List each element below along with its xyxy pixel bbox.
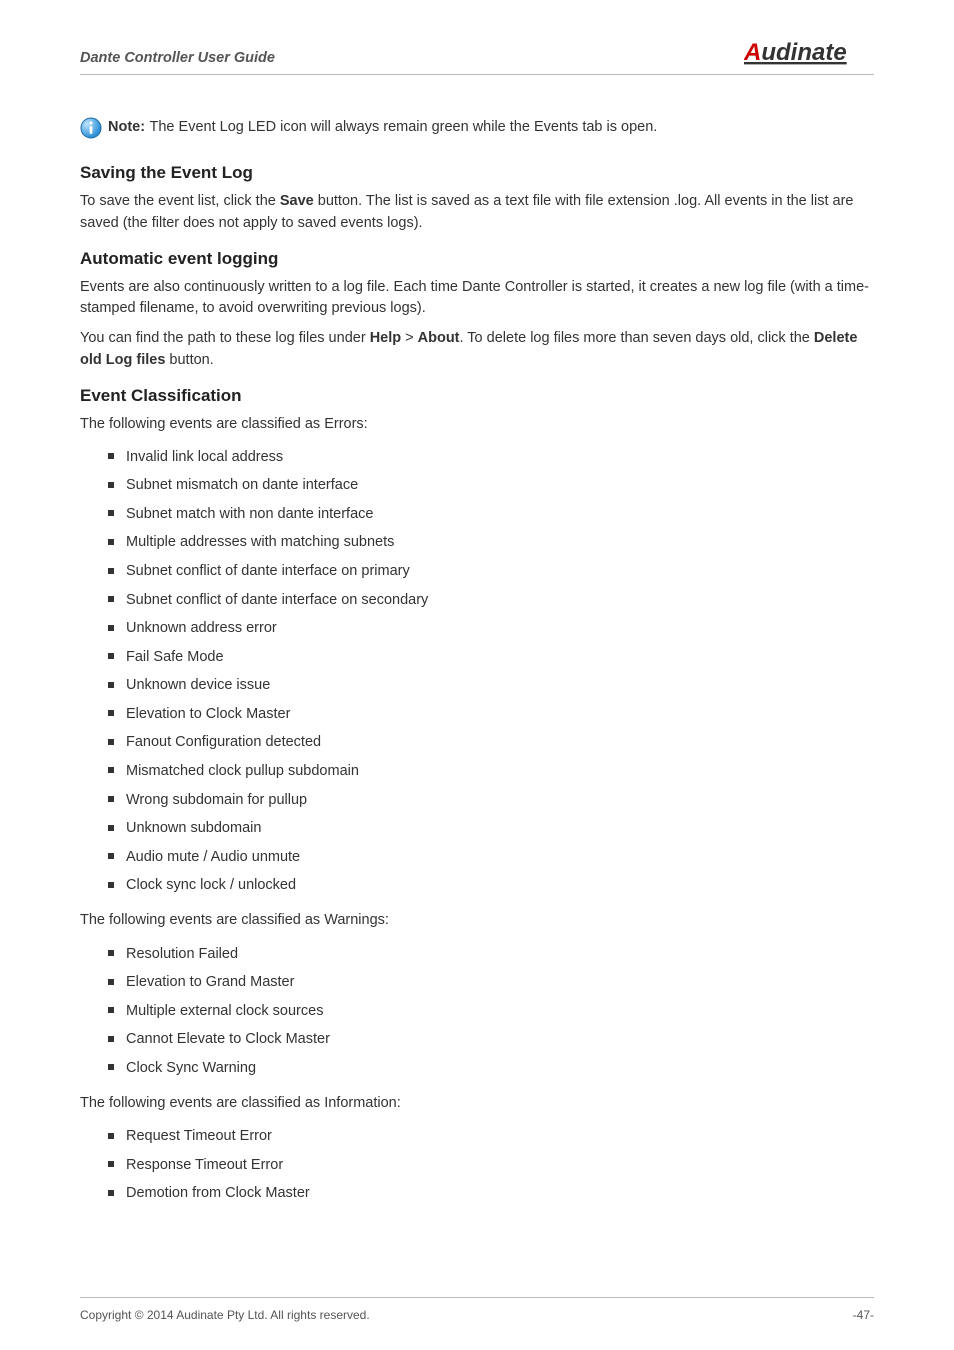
heading-event-classification: Event Classification: [80, 386, 874, 406]
warnings-list: Resolution FailedElevation to Grand Mast…: [80, 940, 874, 1083]
list-item: Multiple addresses with matching subnets: [126, 529, 874, 558]
note-callout: Note: The Event Log LED icon will always…: [80, 117, 874, 139]
audinate-logo: Audinate: [744, 38, 874, 66]
list-item: Request Timeout Error: [126, 1123, 874, 1152]
save-button-label-ref: Save: [280, 193, 314, 209]
note-text: The Event Log LED icon will always remai…: [150, 119, 658, 135]
paragraph-saving: To save the event list, click the Save b…: [80, 191, 874, 235]
list-item: Demotion from Clock Master: [126, 1180, 874, 1209]
list-item: Subnet conflict of dante interface on pr…: [126, 558, 874, 587]
info-intro: The following events are classified as I…: [80, 1093, 874, 1115]
guide-title: Dante Controller User Guide: [80, 50, 275, 66]
footer-rule: [80, 1297, 874, 1298]
heading-automatic-logging: Automatic event logging: [80, 249, 874, 269]
list-item: Audio mute / Audio unmute: [126, 843, 874, 872]
header-rule: [80, 74, 874, 75]
menu-about-ref: About: [418, 330, 460, 346]
errors-list: Invalid link local addressSubnet mismatc…: [80, 443, 874, 900]
list-item: Resolution Failed: [126, 940, 874, 969]
list-item: Subnet match with non dante interface: [126, 500, 874, 529]
svg-text:Audinate: Audinate: [744, 39, 847, 66]
page-header: Dante Controller User Guide Audinate: [80, 38, 874, 74]
errors-intro: The following events are classified as E…: [80, 414, 874, 436]
list-item: Elevation to Grand Master: [126, 969, 874, 998]
list-item: Subnet mismatch on dante interface: [126, 472, 874, 501]
note-label: Note:: [108, 119, 145, 135]
menu-help-ref: Help: [370, 330, 401, 346]
page-footer: Copyright © 2014 Audinate Pty Ltd. All r…: [80, 1297, 874, 1322]
list-item: Wrong subdomain for pullup: [126, 786, 874, 815]
warnings-intro: The following events are classified as W…: [80, 910, 874, 932]
page-number: -47-: [853, 1308, 874, 1322]
list-item: Cannot Elevate to Clock Master: [126, 1026, 874, 1055]
list-item: Invalid link local address: [126, 443, 874, 472]
list-item: Unknown device issue: [126, 672, 874, 701]
text-fragment: . To delete log files more than seven da…: [460, 330, 814, 346]
heading-saving-event-log: Saving the Event Log: [80, 163, 874, 183]
paragraph-automatic-1: Events are also continuously written to …: [80, 277, 874, 321]
copyright-text: Copyright © 2014 Audinate Pty Ltd. All r…: [80, 1308, 370, 1322]
text-fragment: You can find the path to these log files…: [80, 330, 370, 346]
list-item: Mismatched clock pullup subdomain: [126, 757, 874, 786]
list-item: Unknown subdomain: [126, 815, 874, 844]
list-item: Fail Safe Mode: [126, 643, 874, 672]
list-item: Response Timeout Error: [126, 1151, 874, 1180]
list-item: Multiple external clock sources: [126, 997, 874, 1026]
text-fragment: button.: [165, 352, 213, 368]
list-item: Clock Sync Warning: [126, 1054, 874, 1083]
list-item: Subnet conflict of dante interface on se…: [126, 586, 874, 615]
list-item: Elevation to Clock Master: [126, 700, 874, 729]
list-item: Fanout Configuration detected: [126, 729, 874, 758]
list-item: Unknown address error: [126, 615, 874, 644]
info-icon: [80, 117, 102, 139]
text-fragment: >: [401, 330, 418, 346]
list-item: Clock sync lock / unlocked: [126, 872, 874, 901]
paragraph-automatic-2: You can find the path to these log files…: [80, 328, 874, 372]
text-fragment: To save the event list, click the: [80, 193, 280, 209]
info-list: Request Timeout ErrorResponse Timeout Er…: [80, 1123, 874, 1209]
